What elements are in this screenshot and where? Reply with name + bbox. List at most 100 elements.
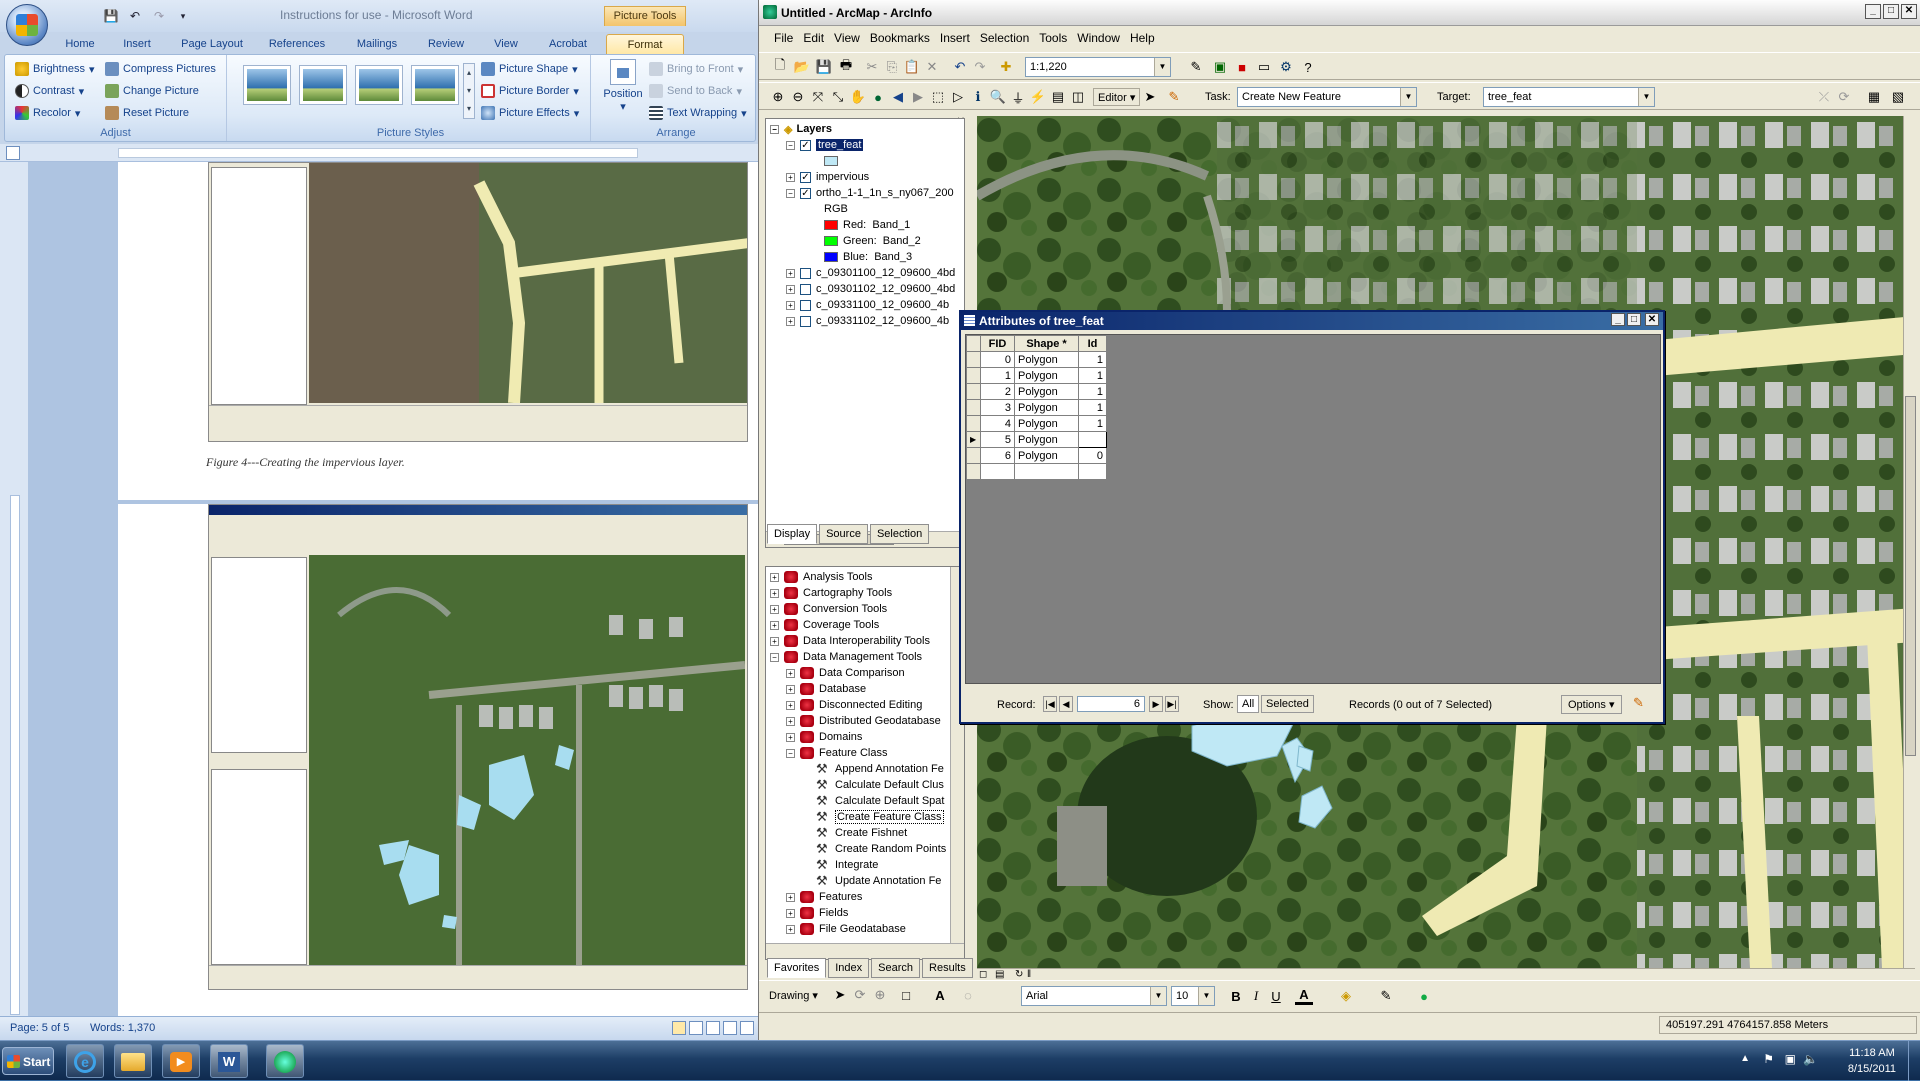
show-all-button[interactable]: All — [1237, 695, 1260, 713]
column-header-shape[interactable]: Shape * — [1014, 335, 1079, 352]
tool-item[interactable]: ⚒ Calculate Default Spat — [816, 793, 944, 809]
editor-toolbar-icon[interactable]: ✎ — [1187, 58, 1205, 76]
tool-item[interactable]: ⚒ Integrate — [816, 857, 878, 873]
tool-item[interactable]: ⚒ Append Annotation Fe — [816, 761, 944, 777]
attributes-icon[interactable]: ▦ — [1865, 88, 1883, 106]
position-button[interactable]: Position ▾ — [603, 59, 643, 115]
document-page-2[interactable] — [118, 504, 758, 1020]
compress-pictures-button[interactable]: Compress Pictures — [105, 59, 216, 79]
tab-mailings[interactable]: Mailings — [352, 34, 402, 54]
save-map-icon[interactable]: 💾 — [815, 58, 833, 76]
arcmap-taskbar-button[interactable] — [266, 1044, 304, 1078]
horizontal-ruler[interactable] — [0, 144, 758, 162]
table-row[interactable]: 0 Polygon 1 — [966, 351, 1107, 368]
tab-home[interactable]: Home — [60, 34, 100, 54]
document-page-1[interactable]: Figure 4---Creating the impervious layer… — [118, 162, 758, 500]
picture-style-2[interactable] — [299, 65, 347, 105]
tab-results[interactable]: Results — [922, 958, 973, 978]
italic-icon[interactable]: I — [1247, 987, 1265, 1005]
expand-icon[interactable]: + — [786, 684, 795, 694]
layer-checkbox[interactable]: ✓ — [800, 139, 811, 151]
reset-picture-button[interactable]: Reset Picture — [105, 103, 189, 123]
media-player-button[interactable]: ▶ — [162, 1044, 200, 1078]
pause-drawing-icon[interactable]: ‖ — [1027, 969, 1031, 980]
drawing-menu-button[interactable]: Drawing ▾ — [769, 989, 818, 1002]
expand-icon[interactable]: + — [786, 668, 795, 678]
redo-icon[interactable]: ↷ — [150, 7, 168, 25]
layer-checkbox[interactable] — [800, 283, 811, 295]
toolbox-subitem[interactable]: + File Geodatabase — [786, 921, 906, 937]
split-tool-icon[interactable]: ⤫ — [1815, 88, 1833, 106]
next-record-button[interactable]: ▶ — [1149, 696, 1163, 712]
html-popup-icon[interactable]: ▤ — [1049, 88, 1067, 106]
menu-insert[interactable]: Insert — [935, 27, 975, 49]
draft-view-button[interactable] — [740, 1021, 754, 1035]
toolbox-subitem[interactable]: + Features — [786, 889, 862, 905]
paste-icon[interactable]: 📋 — [903, 58, 921, 76]
collapse-icon[interactable]: − — [786, 748, 795, 758]
save-icon[interactable]: 💾 — [102, 7, 120, 25]
expand-icon[interactable]: + — [786, 700, 795, 710]
tab-page-layout[interactable]: Page Layout — [178, 34, 246, 54]
minimize-button[interactable]: _ — [1865, 4, 1881, 19]
menu-help[interactable]: Help — [1125, 27, 1160, 49]
table-row[interactable]: 1 Polygon 1 — [966, 367, 1107, 384]
styles-gallery-scroll[interactable]: ▴ ▾ ▾ — [463, 63, 475, 119]
show-desktop-button[interactable] — [1908, 1041, 1920, 1081]
layer-checkbox[interactable] — [800, 315, 811, 327]
expand-icon[interactable]: + — [786, 892, 795, 902]
expand-icon[interactable]: + — [770, 572, 779, 582]
layer-c1[interactable]: + c_09301100_12_09600_4bd — [786, 265, 955, 281]
rotate-icon[interactable]: ⟳ — [851, 986, 869, 1004]
select-features-icon[interactable]: ⬚ — [929, 88, 947, 106]
tab-review[interactable]: Review — [424, 34, 468, 54]
internet-explorer-button[interactable]: e — [66, 1044, 104, 1078]
font-size-combo[interactable]: 10 ▼ — [1171, 986, 1215, 1006]
map-v-scrollbar[interactable] — [1903, 116, 1917, 968]
menu-window[interactable]: Window — [1072, 27, 1125, 49]
time-slider-icon[interactable]: ◫ — [1069, 88, 1087, 106]
change-picture-button[interactable]: Change Picture — [105, 81, 199, 101]
tool-item[interactable]: ⚒ Calculate Default Clus — [816, 777, 944, 793]
column-header-fid[interactable]: FID — [980, 335, 1015, 352]
sketch-properties-icon[interactable]: ▧ — [1889, 88, 1907, 106]
fill-color-icon[interactable]: ◈ — [1337, 987, 1355, 1005]
fixed-zoom-out-icon[interactable]: ⤡ — [829, 88, 847, 106]
picture-border-button[interactable]: Picture Border ▾ — [481, 81, 579, 101]
toolbox-item[interactable]: + Cartography Tools — [770, 585, 892, 601]
whats-this-icon[interactable]: ? — [1299, 58, 1317, 76]
full-screen-reading-button[interactable] — [689, 1021, 703, 1035]
collapse-icon[interactable]: − — [770, 652, 779, 662]
tab-source[interactable]: Source — [819, 524, 868, 544]
print-icon[interactable]: 🖶 — [837, 57, 855, 76]
expand-icon[interactable]: + — [786, 908, 795, 918]
expand-icon[interactable]: + — [770, 620, 779, 630]
menu-view[interactable]: View — [829, 27, 865, 49]
toolbox-subitem[interactable]: + Data Comparison — [786, 665, 905, 681]
toolbox-subitem[interactable]: + Database — [786, 681, 866, 697]
layer-checkbox[interactable]: ✓ — [800, 187, 811, 199]
marker-color-icon[interactable]: ● — [1415, 987, 1433, 1005]
new-text-icon[interactable]: A — [931, 986, 949, 1004]
attribute-table-title-bar[interactable]: Attributes of tree_feat _ □ ✕ — [961, 312, 1663, 330]
layer-ortho[interactable]: − ✓ ortho_1-1_1n_s_ny067_200 — [786, 185, 954, 201]
table-row-new[interactable] — [966, 463, 1107, 480]
print-layout-view-button[interactable] — [672, 1021, 686, 1035]
tab-format[interactable]: Format — [606, 34, 684, 54]
callout-icon[interactable]: ◌ — [959, 986, 977, 1004]
network-icon[interactable]: ▣ — [1785, 1052, 1796, 1066]
expand-icon[interactable]: + — [786, 732, 795, 742]
sketch-tool-icon[interactable]: ✎ — [1165, 88, 1183, 106]
collapse-icon[interactable]: − — [786, 140, 795, 150]
picture-style-4[interactable] — [411, 65, 459, 105]
back-extent-icon[interactable]: ◀ — [889, 88, 907, 106]
send-to-back-button[interactable]: Send to Back ▾ — [649, 81, 742, 101]
find-icon[interactable]: 🔍 — [989, 88, 1007, 106]
options-button[interactable]: Options ▾ — [1561, 695, 1622, 714]
record-number-field[interactable]: 6 — [1077, 696, 1145, 712]
table-minimize-button[interactable]: _ — [1611, 313, 1625, 326]
volume-icon[interactable]: 🔈 — [1803, 1052, 1818, 1066]
data-view-icon[interactable]: ◻ — [979, 969, 987, 980]
current-row-icon[interactable]: ▶ — [966, 431, 981, 448]
recolor-button[interactable]: Recolor ▾ — [15, 103, 80, 123]
